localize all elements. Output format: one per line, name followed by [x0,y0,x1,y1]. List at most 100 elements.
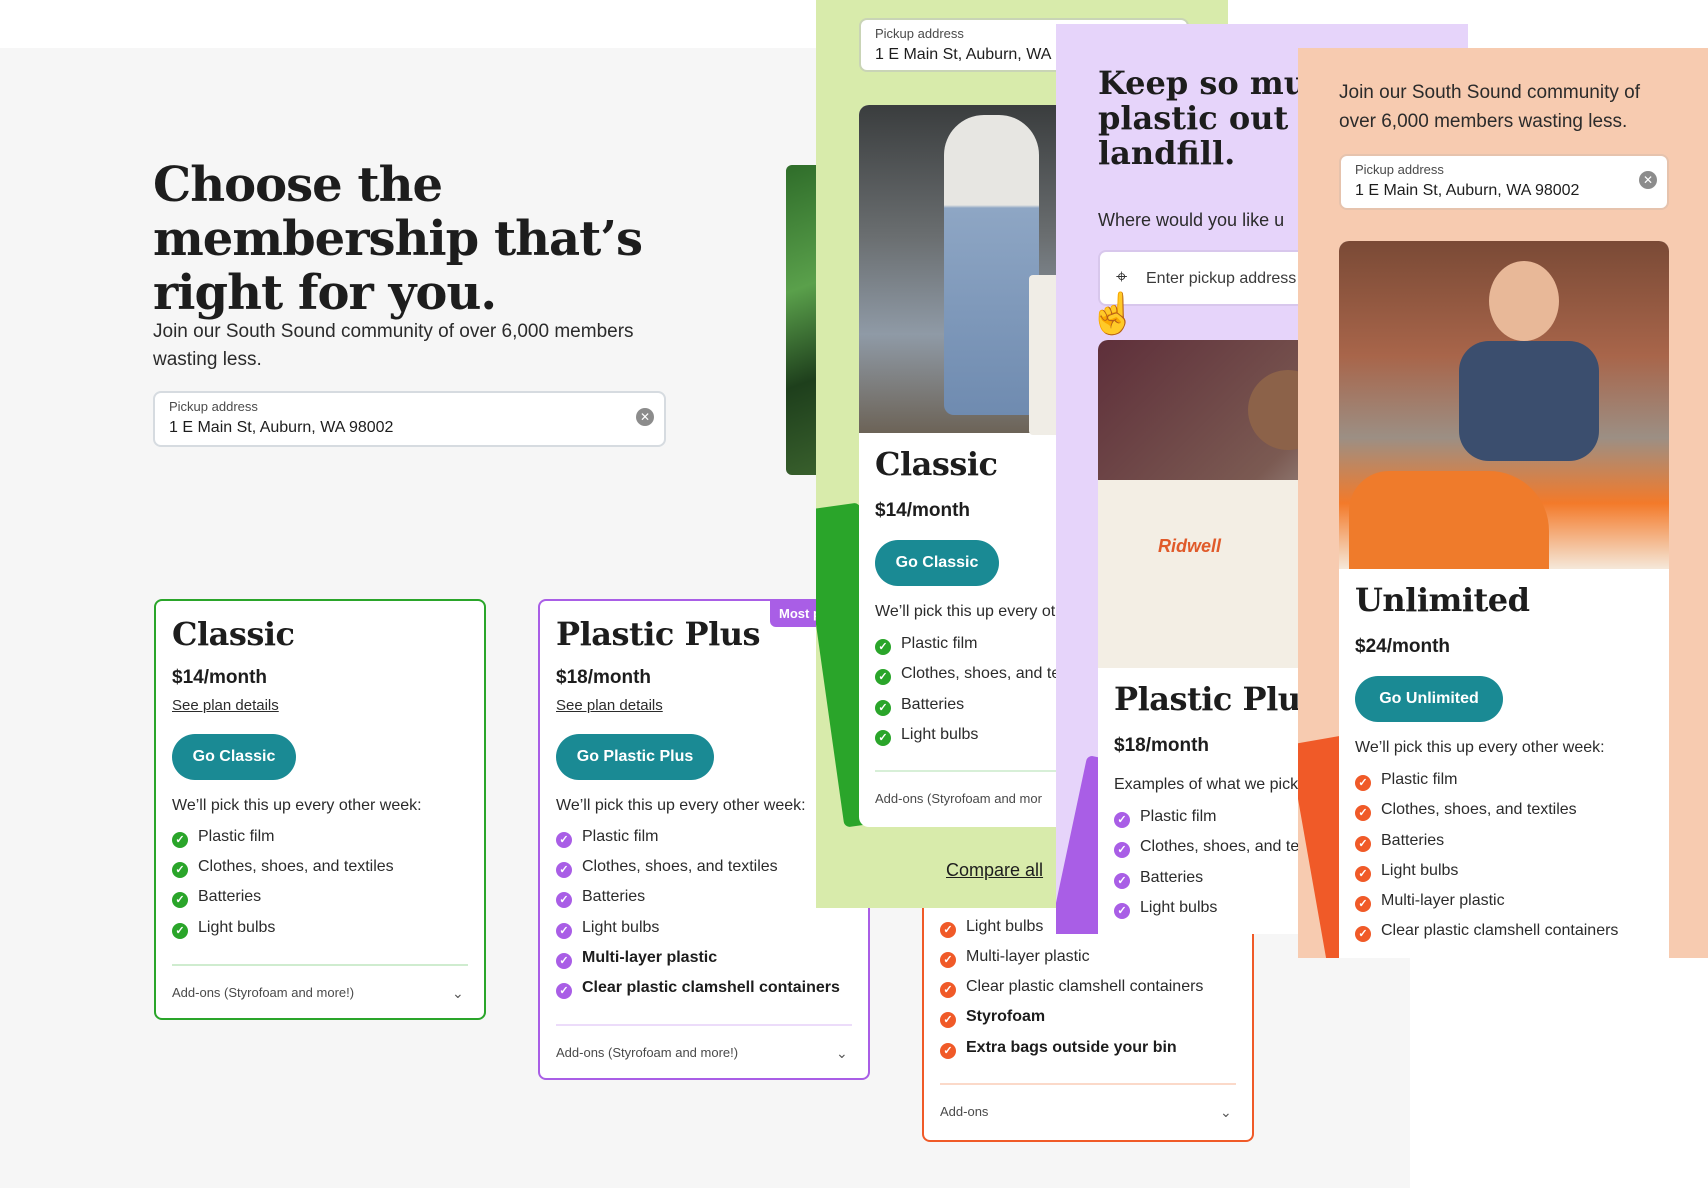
page-subtext: Join our South Sound community of over 6… [153,321,634,370]
feature-item: ✓ Light bulbs [172,919,275,939]
check-icon: ✓ [556,832,572,848]
feature-item: ✓ Styrofoam [940,1008,1045,1028]
feature-item: ✓ Light bulbs [875,726,978,746]
feature-item: ✓ Clothes, shoes, and textiles [172,858,394,878]
clear-icon[interactable]: ✕ [1639,171,1657,189]
check-icon: ✓ [875,639,891,655]
plan-price: $14/month [172,667,268,688]
check-icon: ✓ [1355,866,1371,882]
check-icon: ✓ [940,1043,956,1059]
check-icon: ✓ [875,700,891,716]
check-icon: ✓ [172,892,188,908]
clear-icon[interactable]: ✕ [636,408,654,426]
classic-plan-card: Classic $14/month See plan details Go Cl… [154,599,486,1020]
check-icon: ✓ [1114,873,1130,889]
feature-item: ✓ Light bulbs [1355,862,1458,882]
pickup-address-label: Pickup address [169,399,258,414]
check-icon: ✓ [1114,903,1130,919]
addons-toggle[interactable]: Add-ons (Styrofoam and mor [875,791,1042,806]
feature-item: ✓ Light bulbs [940,918,1043,938]
check-icon: ✓ [875,669,891,685]
check-icon: ✓ [1355,896,1371,912]
feature-item: ✓ Batteries [1114,869,1203,889]
go-classic-button[interactable]: Go Classic [172,734,296,780]
feature-item: ✓ Batteries [875,696,964,716]
check-icon: ✓ [1355,805,1371,821]
pickup-address-label: Pickup address [875,26,964,41]
plan-price: $14/month [875,500,971,521]
unlimited-plan-card: Unlimited $24/month Go Unlimited We’ll p… [1339,241,1669,958]
feature-item: ✓ Clear plastic clamshell containers [1355,922,1618,942]
addons-toggle[interactable]: Add-ons (Styrofoam and more!) [556,1045,738,1060]
check-icon: ✓ [556,983,572,999]
feature-item: ✓ Multi-layer plastic [940,948,1090,968]
addons-toggle[interactable]: Add-ons (Styrofoam and more!) [172,985,354,1000]
pickup-address-value: 1 E Main St, Auburn, WA 98002 [169,419,394,436]
pickup-intro: We’ll pick this up every other week: [172,797,422,814]
pickup-intro: We’ll pick this up every other week: [556,797,806,814]
plan-price: $18/month [556,667,652,688]
check-icon: ✓ [940,952,956,968]
compare-all-link[interactable]: Compare all [946,860,1043,881]
feature-item: ✓ Plastic film [875,635,977,655]
feature-item: ✓ Batteries [172,888,261,908]
check-icon: ✓ [172,832,188,848]
check-icon: ✓ [1355,926,1371,942]
check-icon: ✓ [172,862,188,878]
see-plan-details-link[interactable]: See plan details [172,697,279,714]
go-plastic-plus-button[interactable]: Go Plastic Plus [556,734,714,780]
check-icon: ✓ [556,923,572,939]
check-icon: ✓ [940,922,956,938]
feature-item: ✓ Light bulbs [556,919,659,939]
plan-title: Plastic Plus [556,615,761,653]
check-icon: ✓ [940,1012,956,1028]
pickup-address-label: Pickup address [1355,162,1444,177]
feature-item: ✓ Plastic film [172,828,274,848]
check-icon: ✓ [875,730,891,746]
pickup-address-field[interactable]: Pickup address 1 E Main St, Auburn, WA 9… [1339,154,1669,210]
mobile-screen-unlimited: Join our South Sound community of over 6… [1298,48,1708,958]
bag-brand-text: Ridwell [1158,536,1222,556]
pickup-address-field[interactable]: Pickup address 1 E Main St, Auburn, WA 9… [153,391,666,447]
location-pin-icon: ⌖ [1116,266,1128,288]
pickup-address-value: 1 E Main St, Auburn, WA 98002 [1355,182,1580,199]
pickup-intro: Examples of what we pick [1114,776,1299,793]
check-icon: ✓ [1114,842,1130,858]
pickup-address-placeholder: Enter pickup address [1146,270,1297,287]
feature-item: ✓ Multi-layer plastic [1355,892,1505,912]
feature-item: ✓ Batteries [1355,832,1444,852]
feature-item: ✓ Clear plastic clamshell containers [940,978,1203,998]
check-icon: ✓ [940,982,956,998]
feature-item: ✓ Plastic film [1355,771,1457,791]
address-prompt: Where would you like u [1098,210,1285,230]
check-icon: ✓ [556,892,572,908]
hero-photo [786,165,816,475]
see-plan-details-link[interactable]: See plan details [556,697,663,714]
plan-title: Plastic Plus [1114,680,1319,718]
chevron-down-icon[interactable]: ⌄ [1220,1104,1232,1121]
feature-item: ✓ Clothes, shoes, and te [875,665,1060,685]
feature-item: ✓ Clothes, shoes, and textiles [1355,801,1577,821]
go-unlimited-button[interactable]: Go Unlimited [1355,676,1503,722]
divider [556,1024,852,1026]
feature-item: ✓ Multi-layer plastic [556,949,717,969]
chevron-down-icon[interactable]: ⌄ [836,1045,848,1062]
chevron-down-icon[interactable]: ⌄ [452,985,464,1002]
community-subtext: Join our South Sound community of over 6… [1339,82,1641,132]
feature-item: ✓ Batteries [556,888,645,908]
pointing-hand-icon: ☝ [1088,292,1138,336]
feature-item: ✓ Clothes, shoes, and textiles [556,858,778,878]
addons-toggle[interactable]: Add-ons [940,1104,988,1119]
feature-item: ✓ Plastic film [556,828,658,848]
check-icon: ✓ [556,953,572,969]
feature-item: ✓ Clothes, shoes, and te [1114,838,1299,858]
pickup-address-value: 1 E Main St, Auburn, WA [875,46,1052,63]
divider [940,1083,1236,1085]
check-icon: ✓ [1355,836,1371,852]
feature-item: ✓ Plastic film [1114,808,1216,828]
check-icon: ✓ [1355,775,1371,791]
plan-title: Classic [172,615,295,653]
check-icon: ✓ [172,923,188,939]
feature-item: ✓ Clear plastic clamshell containers [556,979,840,999]
go-classic-button[interactable]: Go Classic [875,540,999,586]
